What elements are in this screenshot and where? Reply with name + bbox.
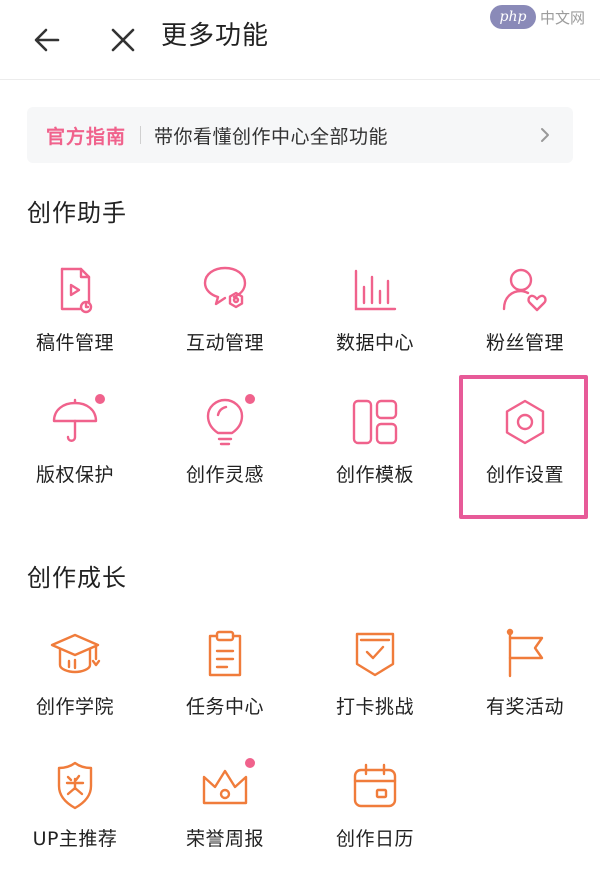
chevron-right-icon [541,128,549,142]
fans-icon [495,260,555,320]
tool-label: 任务中心 [185,696,264,718]
page-title: 更多功能 [161,21,270,51]
tool-reward-events[interactable]: 有奖活动 [450,612,600,742]
tool-checkin-challenge[interactable]: 打卡挑战 [300,612,450,742]
tool-label: 粉丝管理 [485,332,564,354]
tool-label: 版权保护 [35,464,114,486]
watermark-text: 中文网 [540,8,586,27]
guide-divider [140,126,142,144]
tool-label: 创作学院 [35,696,114,718]
award-badge-icon [45,756,105,816]
tool-creative-templates[interactable]: 创作模板 [300,380,450,510]
tool-up-recommendation[interactable]: UP主推荐 [0,744,150,874]
interaction-icon [195,260,255,320]
official-guide-banner[interactable]: 官方指南 带你看懂创作中心全部功能 [27,107,573,163]
tool-copyright-protection[interactable]: 版权保护 [0,380,150,510]
tool-task-center[interactable]: 任务中心 [150,612,300,742]
lightbulb-icon [195,392,255,452]
watermark-logo: php [490,5,536,29]
notification-dot [245,758,255,768]
back-button[interactable] [22,15,72,65]
data-chart-icon [345,260,405,320]
tool-label: 稿件管理 [35,332,114,354]
calendar-icon [345,756,405,816]
tool-label: 荣誉周报 [185,828,264,850]
flag-icon [495,624,555,684]
tool-label: 创作日历 [335,828,414,850]
tool-label: 互动管理 [185,332,264,354]
tool-creative-calendar[interactable]: 创作日历 [300,744,450,874]
tool-manuscript-management[interactable]: 稿件管理 [0,248,150,378]
tool-data-center[interactable]: 数据中心 [300,248,450,378]
arrow-left-icon [34,28,60,52]
notification-dot [95,394,105,404]
tool-label: UP主推荐 [32,828,118,850]
notification-dot [245,394,255,404]
settings-hexagon-icon [495,392,555,452]
shield-check-icon [345,624,405,684]
manuscript-icon [45,260,105,320]
clipboard-icon [195,624,255,684]
tool-label: 数据中心 [335,332,414,354]
tool-label: 创作设置 [485,464,564,486]
guide-text: 带你看懂创作中心全部功能 [154,125,389,148]
tool-label: 创作灵感 [185,464,264,486]
tool-label: 创作模板 [335,464,414,486]
template-icon [345,392,405,452]
tool-interaction-management[interactable]: 互动管理 [150,248,300,378]
tool-creative-settings[interactable]: 创作设置 [450,380,600,510]
umbrella-icon [45,392,105,452]
section-title-growth: 创作成长 [27,564,127,592]
tool-honor-weekly-report[interactable]: 荣誉周报 [150,744,300,874]
graduation-cap-icon [45,624,105,684]
crown-icon [195,756,255,816]
tool-creative-academy[interactable]: 创作学院 [0,612,150,742]
site-watermark: php 中文网 [490,2,600,32]
close-icon [111,28,135,52]
close-button[interactable] [98,15,148,65]
tool-label: 打卡挑战 [335,696,414,718]
section-title-assistant: 创作助手 [27,199,127,227]
guide-tag: 官方指南 [46,125,127,148]
tool-creative-inspiration[interactable]: 创作灵感 [150,380,300,510]
tool-label: 有奖活动 [485,696,564,718]
tool-fans-management[interactable]: 粉丝管理 [450,248,600,378]
